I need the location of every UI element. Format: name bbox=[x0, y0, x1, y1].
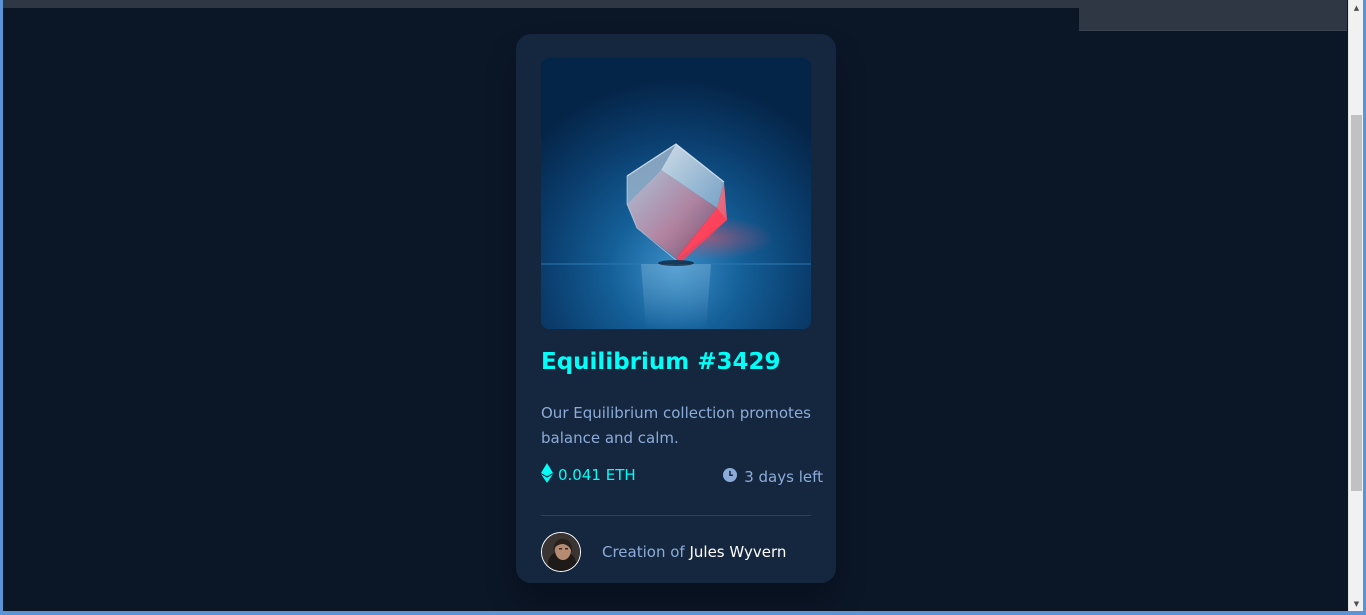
top-right-overlay-panel bbox=[1079, 0, 1347, 31]
time-left-value: 3 days left bbox=[744, 468, 823, 486]
divider bbox=[541, 515, 811, 516]
nft-title[interactable]: Equilibrium #3429 bbox=[541, 349, 781, 375]
vertical-scrollbar[interactable]: ▲ ▼ bbox=[1348, 0, 1364, 611]
nft-description: Our Equilibrium collection promotes bala… bbox=[541, 404, 811, 447]
scrollbar-thumb[interactable] bbox=[1351, 115, 1362, 491]
creator-credit: Creation of Jules Wyvern bbox=[602, 543, 786, 561]
scroll-down-arrow-icon[interactable]: ▼ bbox=[1349, 596, 1364, 611]
price-time-row: 0.041 ETH 3 days left bbox=[541, 463, 823, 492]
scroll-up-arrow-icon[interactable]: ▲ bbox=[1349, 0, 1364, 15]
creator-name-link[interactable]: Jules Wyvern bbox=[689, 543, 786, 561]
ethereum-icon bbox=[541, 463, 553, 483]
nft-image[interactable] bbox=[541, 58, 811, 329]
creator-prefix: Creation of bbox=[602, 543, 685, 561]
creator-row: Creation of Jules Wyvern bbox=[541, 531, 811, 573]
nft-preview-card: Equilibrium #3429 Our Equilibrium collec… bbox=[516, 34, 836, 583]
avatar-image bbox=[542, 533, 580, 571]
equilibrium-cube-image bbox=[541, 58, 811, 329]
price-value: 0.041 ETH bbox=[558, 466, 636, 484]
avatar bbox=[541, 532, 581, 572]
price: 0.041 ETH bbox=[541, 463, 636, 484]
clock-icon bbox=[723, 468, 738, 482]
time-left: 3 days left bbox=[723, 468, 823, 486]
